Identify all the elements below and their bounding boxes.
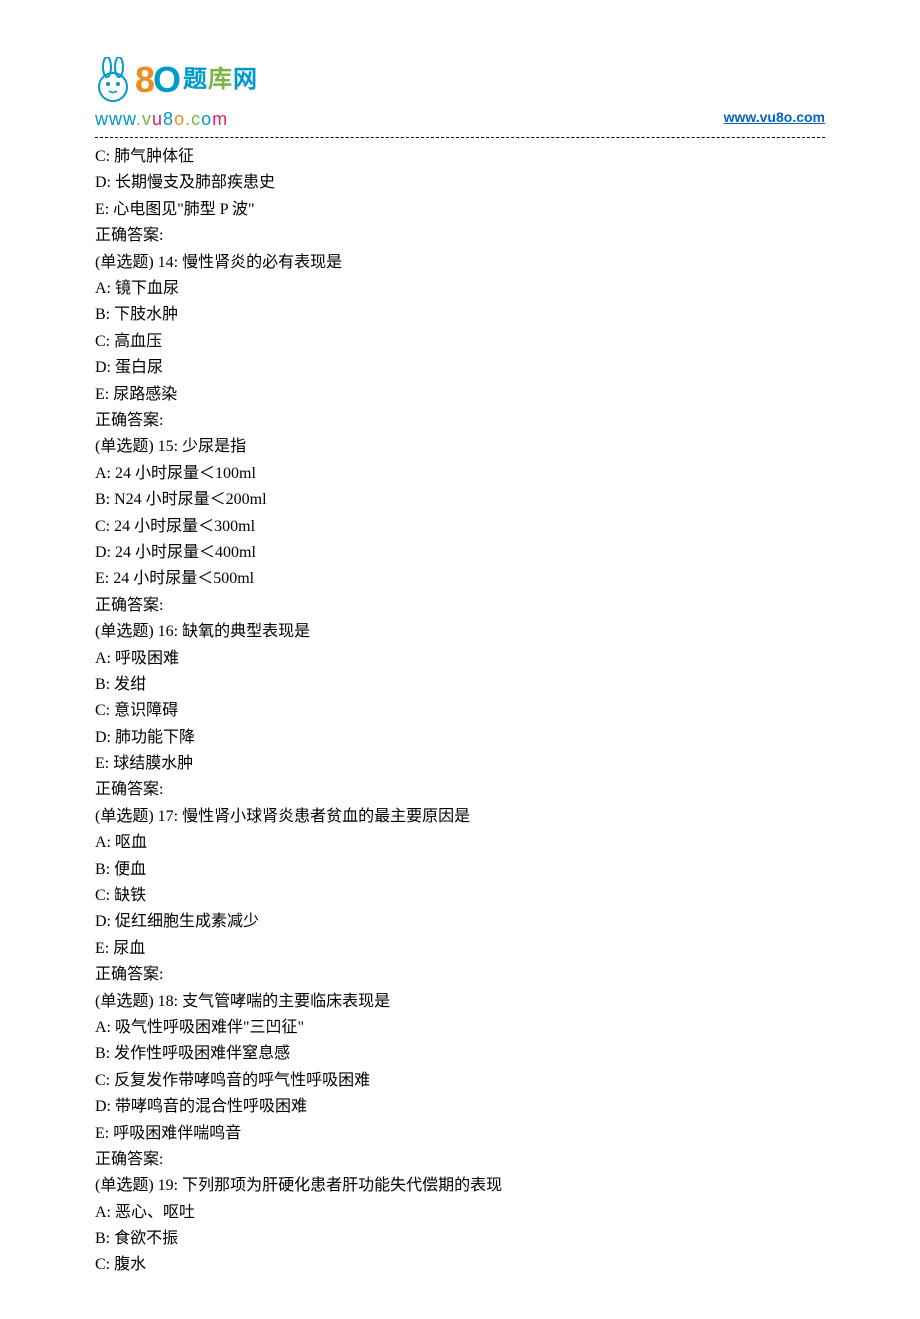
- content-line: C: 腹水: [95, 1252, 825, 1278]
- content-line: 正确答案:: [95, 777, 825, 803]
- content-line: C: 缺铁: [95, 883, 825, 909]
- content-line: (单选题) 15: 少尿是指: [95, 434, 825, 460]
- logo-bunny-icon: [95, 57, 133, 103]
- content-line: D: 长期慢支及肺部疾患史: [95, 170, 825, 196]
- content-line: A: 镜下血尿: [95, 276, 825, 302]
- content-line: C: 肺气肿体征: [95, 144, 825, 170]
- content-line: C: 高血压: [95, 329, 825, 355]
- content-line: B: 食欲不振: [95, 1226, 825, 1252]
- content-line: A: 恶心、呕吐: [95, 1200, 825, 1226]
- content-line: (单选题) 16: 缺氧的典型表现是: [95, 619, 825, 645]
- content-line: (单选题) 18: 支气管哮喘的主要临床表现是: [95, 989, 825, 1015]
- content-line: D: 带哮鸣音的混合性呼吸困难: [95, 1094, 825, 1120]
- content-line: E: 球结膜水肿: [95, 751, 825, 777]
- content-line: B: 发绀: [95, 672, 825, 698]
- content-line: D: 肺功能下降: [95, 725, 825, 751]
- content-line: E: 心电图见"肺型 P 波": [95, 197, 825, 223]
- logo-chinese-text: 题库网: [183, 60, 258, 100]
- content-line: 正确答案:: [95, 593, 825, 619]
- content-line: B: 发作性呼吸困难伴窒息感: [95, 1041, 825, 1067]
- content-line: A: 吸气性呼吸困难伴"三凹征": [95, 1015, 825, 1041]
- content-line: D: 蛋白尿: [95, 355, 825, 381]
- content-line: (单选题) 14: 慢性肾炎的必有表现是: [95, 250, 825, 276]
- content-line: (单选题) 17: 慢性肾小球肾炎患者贫血的最主要原因是: [95, 804, 825, 830]
- content-line: C: 反复发作带哮鸣音的呼气性呼吸困难: [95, 1068, 825, 1094]
- content-line: 正确答案:: [95, 962, 825, 988]
- content-line: E: 24 小时尿量＜500ml: [95, 566, 825, 592]
- content-line: C: 24 小时尿量＜300ml: [95, 514, 825, 540]
- content-line: B: N24 小时尿量＜200ml: [95, 487, 825, 513]
- content-line: B: 下肢水肿: [95, 302, 825, 328]
- content-line: 正确答案:: [95, 1147, 825, 1173]
- content-line: (单选题) 19: 下列那项为肝硬化患者肝功能失代偿期的表现: [95, 1173, 825, 1199]
- content-line: A: 24 小时尿量＜100ml: [95, 461, 825, 487]
- logo-url-text: www.vu8o.com: [95, 105, 228, 135]
- content-line: A: 呼吸困难: [95, 646, 825, 672]
- content-line: E: 尿路感染: [95, 382, 825, 408]
- page-header: 8O 题库网 www.vu8o.com www.vu8o.com: [95, 50, 825, 135]
- content-line: D: 促红细胞生成素减少: [95, 909, 825, 935]
- content-line: B: 便血: [95, 857, 825, 883]
- logo-8o-text: 8O: [135, 50, 179, 109]
- site-logo: 8O 题库网 www.vu8o.com: [95, 50, 258, 135]
- content-line: A: 呕血: [95, 830, 825, 856]
- content-line: D: 24 小时尿量＜400ml: [95, 540, 825, 566]
- content-line: C: 意识障碍: [95, 698, 825, 724]
- header-website-link[interactable]: www.vu8o.com: [724, 106, 825, 129]
- content-line: E: 尿血: [95, 936, 825, 962]
- content-line: 正确答案:: [95, 223, 825, 249]
- content-line: 正确答案:: [95, 408, 825, 434]
- logo-top-row: 8O 题库网: [95, 50, 258, 109]
- header-divider: [95, 137, 825, 138]
- document-content: C: 肺气肿体征 D: 长期慢支及肺部疾患史 E: 心电图见"肺型 P 波" 正…: [95, 144, 825, 1279]
- content-line: E: 呼吸困难伴喘鸣音: [95, 1121, 825, 1147]
